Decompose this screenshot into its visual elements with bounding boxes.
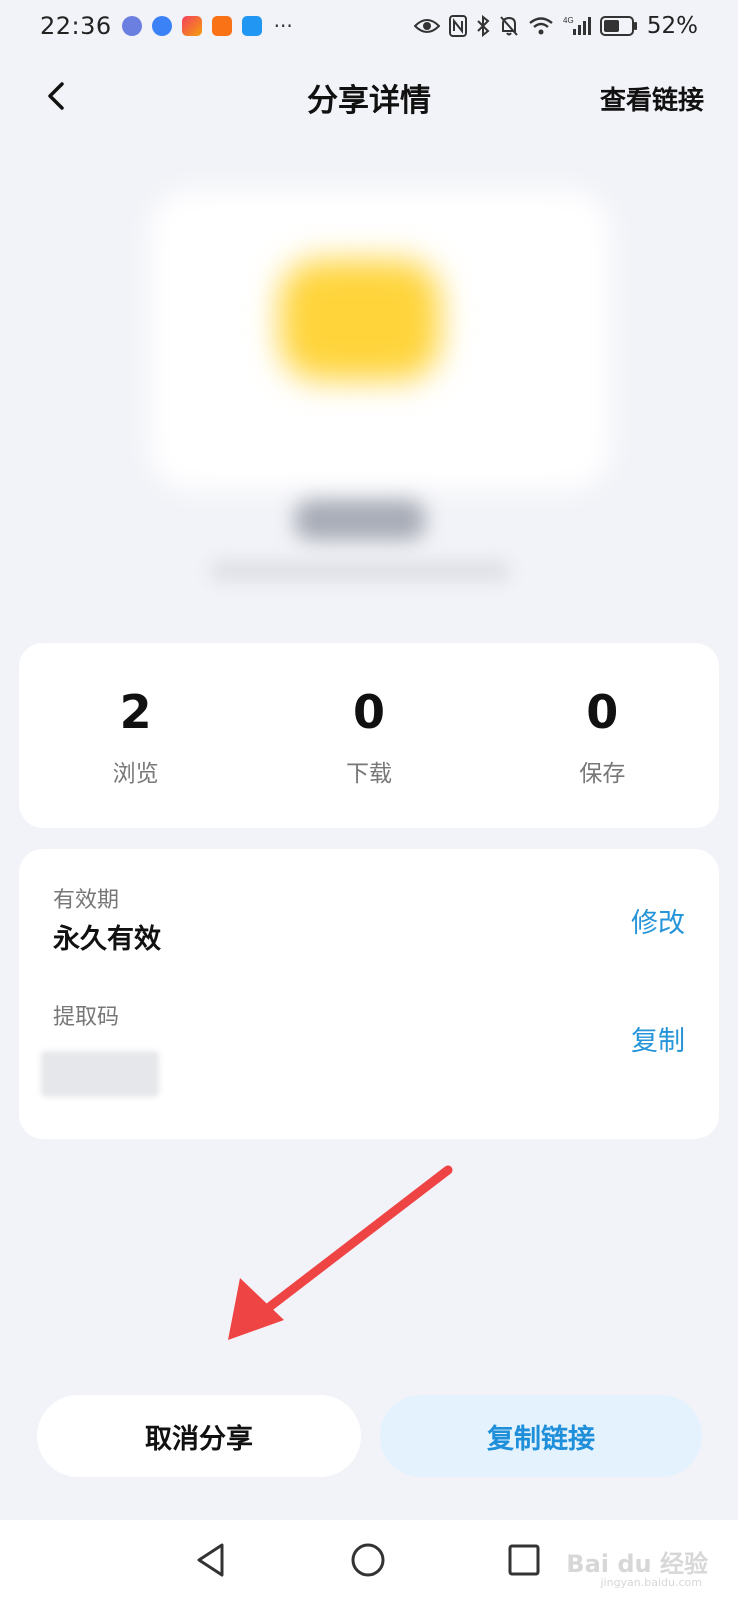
extract-code-redacted <box>41 1051 159 1097</box>
validity-label: 有效期 <box>53 888 120 913</box>
wifi-icon <box>528 16 554 36</box>
battery-icon <box>599 16 638 36</box>
stat-views-value: 2 <box>119 684 152 739</box>
modify-validity-button[interactable]: 修改 <box>631 901 685 940</box>
copy-link-button[interactable]: 复制链接 <box>380 1395 702 1477</box>
validity-value: 永久有效 <box>53 924 161 955</box>
page-title: 分享详情 <box>307 82 431 119</box>
browser-app-icon <box>151 16 172 36</box>
shop-app-icon <box>181 16 202 36</box>
triangle-back-icon <box>197 1543 224 1577</box>
system-nav-bar: Bai du 经验 jingyan.baidu.com <box>0 1520 738 1600</box>
signal-icon: 4G <box>563 15 591 37</box>
weather-app-icon <box>241 16 262 36</box>
file-meta-redacted <box>210 560 510 582</box>
stat-views: 2 浏览 <box>36 684 236 788</box>
view-link-button[interactable]: 查看链接 <box>600 80 704 117</box>
nav-home-button[interactable] <box>346 1538 390 1582</box>
stats-card: 2 浏览 0 下载 0 保存 <box>19 643 719 828</box>
eye-icon <box>413 17 440 35</box>
more-notifications-icon: ··· <box>273 14 293 38</box>
header: 分享详情 查看链接 <box>0 62 738 132</box>
circle-home-icon <box>351 1543 385 1577</box>
file-preview <box>90 160 630 620</box>
battery-percent: 52% <box>646 13 698 39</box>
nfc-icon <box>448 15 467 37</box>
red-arrow-annotation <box>228 1165 453 1340</box>
square-recents-icon <box>508 1544 540 1576</box>
info-card: 有效期 永久有效 修改 提取码 复制 <box>19 849 719 1139</box>
stat-downloads: 0 下载 <box>269 684 469 788</box>
file-name-redacted <box>295 500 425 540</box>
clock: 22:36 <box>40 12 112 40</box>
music-app-icon <box>121 16 142 36</box>
status-bar: 22:36 ··· 4G 52% <box>0 0 738 52</box>
status-left: 22:36 ··· <box>40 12 293 40</box>
nav-back-button[interactable] <box>189 1538 233 1582</box>
extract-code-label: 提取码 <box>53 1005 120 1030</box>
game-app-icon <box>211 16 232 36</box>
chevron-left-icon <box>48 82 64 110</box>
folder-icon <box>280 260 440 380</box>
stat-downloads-value: 0 <box>352 684 385 739</box>
nav-recents-button[interactable] <box>502 1538 546 1582</box>
arrow-head <box>228 1278 284 1340</box>
stat-saves-label: 保存 <box>579 760 626 787</box>
bell-off-icon <box>499 15 519 37</box>
copy-code-button[interactable]: 复制 <box>631 1019 685 1058</box>
cancel-share-button[interactable]: 取消分享 <box>37 1395 361 1477</box>
stat-views-label: 浏览 <box>112 760 159 787</box>
share-detail-page: 22:36 ··· 4G 52% 分享详情 查看链接 2 浏览 0 下载 0 保… <box>0 0 738 1600</box>
status-right: 4G 52% <box>413 13 698 39</box>
bluetooth-icon <box>476 15 490 37</box>
network-type: 4G <box>563 16 574 25</box>
baidu-watermark: Bai du 经验 <box>566 1550 708 1578</box>
baidu-watermark-url: jingyan.baidu.com <box>600 1576 702 1589</box>
stat-saves: 0 保存 <box>502 684 702 788</box>
back-button[interactable] <box>36 76 76 116</box>
stat-downloads-label: 下载 <box>345 760 392 787</box>
stat-saves-value: 0 <box>586 684 619 739</box>
